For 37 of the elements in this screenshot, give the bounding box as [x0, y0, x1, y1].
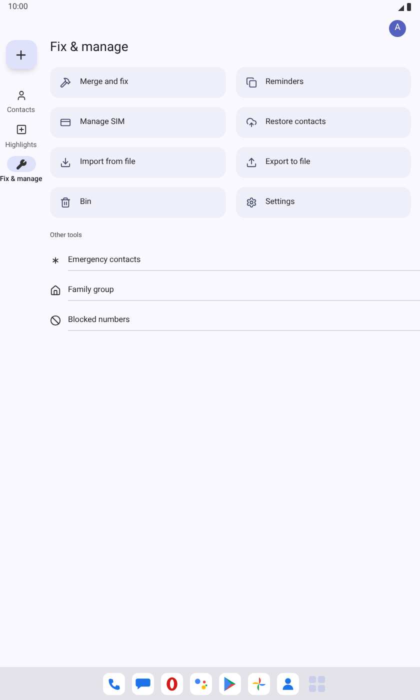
tool-tile[interactable]: Import from file [50, 146, 226, 178]
tool-tile[interactable]: Settings [236, 186, 411, 218]
ring-icon[interactable] [160, 672, 182, 694]
add-button[interactable] [6, 40, 36, 69]
person-icon[interactable] [276, 672, 298, 694]
pinwheel-icon[interactable] [248, 672, 270, 694]
account-avatar[interactable]: A [389, 20, 406, 37]
upload-icon [246, 156, 256, 168]
cloud-icon [246, 116, 256, 128]
tool-tile[interactable]: Manage SIM [50, 106, 226, 138]
tools-icon [60, 76, 71, 88]
wrench-icon [16, 158, 26, 170]
asterisk-icon [50, 254, 61, 266]
play-icon[interactable] [218, 672, 240, 694]
house-icon [50, 284, 61, 296]
tool-tile[interactable]: Bin [50, 186, 226, 218]
tool-tile[interactable]: Export to file [236, 146, 411, 178]
tool-tile[interactable]: Reminders [236, 66, 411, 98]
chat-icon[interactable] [132, 672, 154, 694]
tool-list-item[interactable]: Blocked numbers [50, 310, 420, 330]
phone-icon[interactable] [102, 672, 124, 694]
plus-icon [14, 48, 28, 62]
tool-tile[interactable]: Restore contacts [236, 106, 411, 138]
assistant-icon[interactable] [190, 672, 212, 694]
tool-list-item[interactable]: Family group [50, 280, 420, 300]
trash-icon [60, 196, 71, 208]
status-icons [398, 3, 412, 11]
download-icon [60, 156, 71, 168]
blocked-icon [50, 314, 61, 326]
tool-tile[interactable]: Merge and fix [50, 66, 226, 98]
copy-icon [246, 76, 256, 88]
tool-list-item[interactable]: Emergency contacts [50, 250, 420, 270]
status-time: 10:00 [8, 1, 28, 13]
person-icon [16, 90, 26, 100]
page-title: Fix & manage [50, 39, 130, 57]
settings-icon [246, 196, 256, 208]
plus-square-icon [16, 124, 26, 135]
